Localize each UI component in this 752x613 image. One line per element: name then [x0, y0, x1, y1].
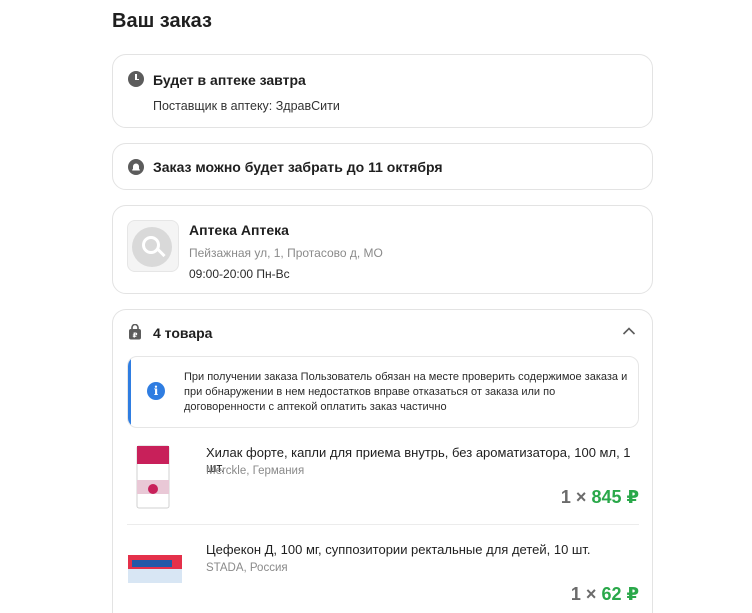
product-item[interactable]: Хилак форте, капли для приема внутрь, бе… [127, 438, 639, 520]
pickup-deadline: Заказ можно будет забрать до 11 октября [153, 159, 443, 175]
product-price-value: 62 ₽ [601, 584, 639, 604]
product-maker: STADA, Россия [206, 562, 288, 574]
bell-icon [128, 159, 144, 175]
inspection-notice: i При получении заказа Пользователь обяз… [127, 356, 639, 428]
items-count: 4 товара [153, 325, 213, 341]
info-icon: i [147, 382, 165, 400]
pharmacy-address: Пейзажная ул, 1, Протасово д, МО [189, 246, 383, 260]
delivery-supplier: Поставщик в аптеку: ЗдравСити [153, 99, 340, 113]
product-quantity: 1 × [560, 487, 587, 507]
delivery-card: Будет в аптеке завтра Поставщик в аптеку… [112, 54, 653, 128]
pharmacy-hours: 09:00-20:00 Пн-Вс [189, 267, 290, 281]
product-image-cefekon [128, 555, 182, 583]
product-price-value: 845 ₽ [591, 487, 639, 507]
product-image-hilak [136, 445, 170, 509]
chevron-up-icon[interactable] [622, 326, 636, 336]
order-items-card: ₽ 4 товара i При получении заказа Пользо… [112, 309, 653, 613]
notice-text: При получении заказа Пользователь обязан… [184, 371, 628, 413]
product-price: 1 × 845 ₽ [561, 487, 639, 508]
shopping-bag-icon: ₽ [129, 324, 141, 340]
clock-icon [128, 71, 144, 87]
product-maker: Merckle, Германия [206, 465, 305, 477]
pharmacy-name: Аптека Аптека [189, 222, 289, 238]
product-item[interactable]: Цефекон Д, 100 мг, суппозитории ректальн… [127, 524, 639, 613]
pickup-card: Заказ можно будет забрать до 11 октября [112, 143, 653, 190]
product-name[interactable]: Цефекон Д, 100 мг, суппозитории ректальн… [206, 542, 590, 557]
pharmacy-logo [127, 220, 179, 272]
product-price: 1 × 62 ₽ [571, 584, 639, 605]
svg-text:₽: ₽ [133, 332, 138, 340]
delivery-title: Будет в аптеке завтра [153, 72, 306, 88]
pharmacy-card[interactable]: Аптека Аптека Пейзажная ул, 1, Протасово… [112, 205, 653, 294]
product-quantity: 1 × [570, 584, 597, 604]
page-title: Ваш заказ [112, 10, 212, 32]
